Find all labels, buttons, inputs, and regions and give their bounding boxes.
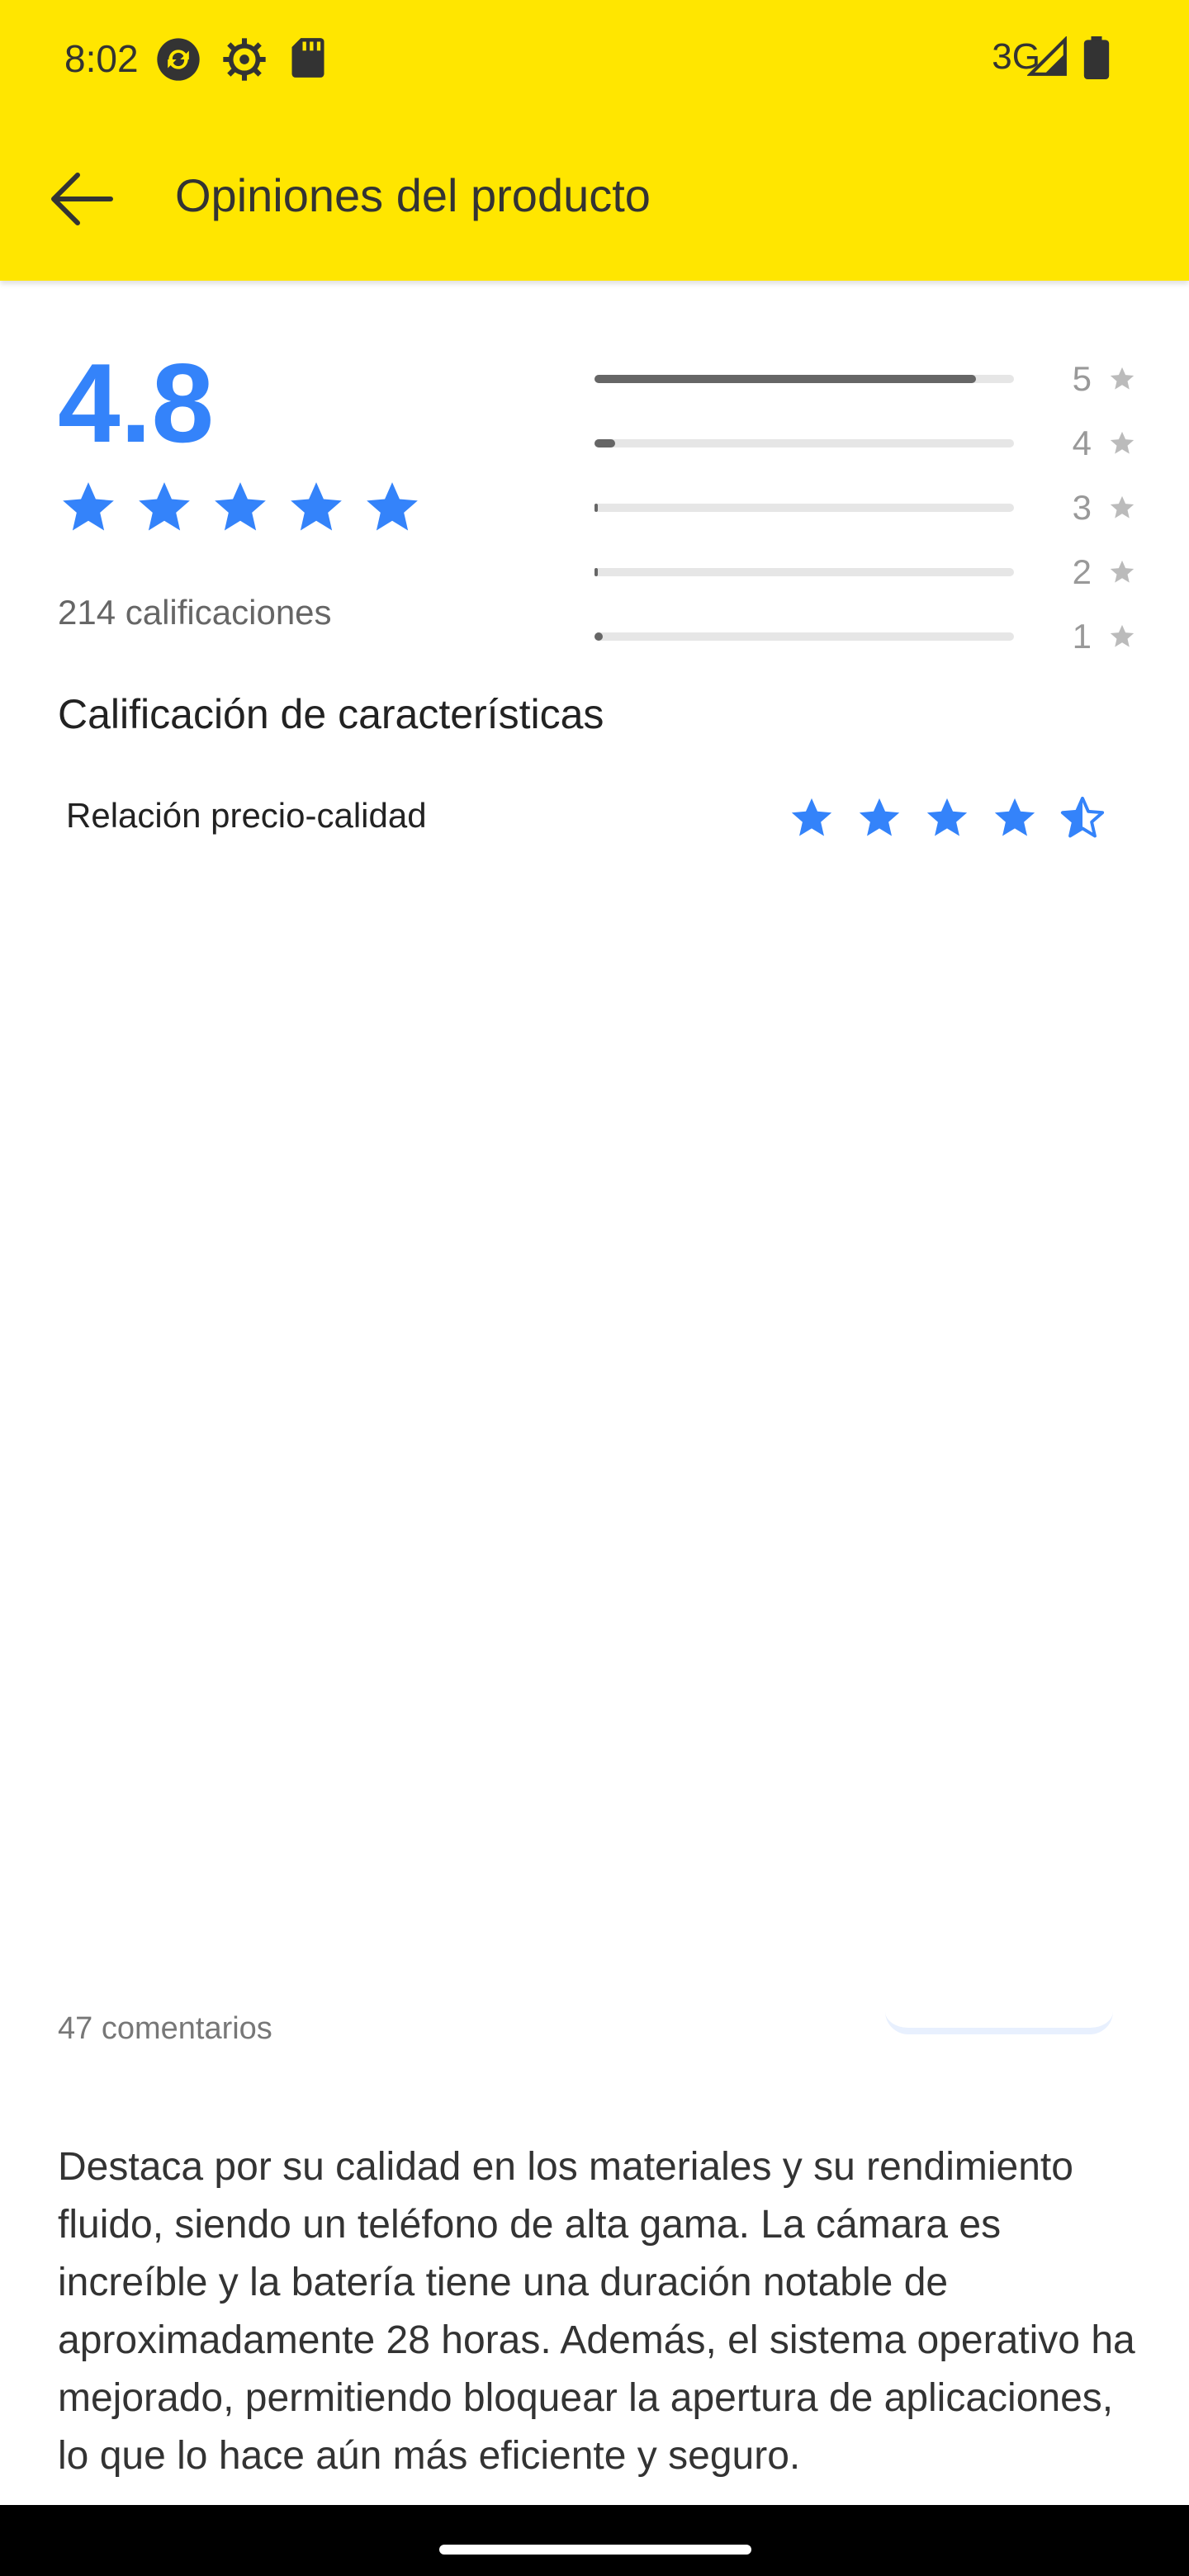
star-icon (1110, 560, 1135, 583)
distribution-row: 4 (594, 411, 1139, 476)
feature-label: Relación precio-calidad (66, 796, 427, 835)
distribution-label: 5 (1072, 359, 1092, 398)
distribution-track (594, 375, 1014, 383)
rating-distribution: 5 4 3 2 1 (594, 347, 1139, 669)
star-icon (994, 798, 1035, 836)
distribution-label: 3 (1072, 488, 1092, 527)
distribution-track (594, 568, 1014, 576)
sd-card-icon (289, 36, 327, 83)
distribution-row: 1 (594, 604, 1139, 669)
star-icon (291, 482, 342, 531)
distribution-track (594, 504, 1014, 512)
star-icon (1110, 495, 1135, 519)
star-icon (63, 482, 114, 531)
star-icon (215, 482, 266, 531)
distribution-track (594, 632, 1014, 641)
average-rating: 4.8 (58, 340, 215, 466)
home-handle[interactable] (439, 2545, 751, 2555)
page-title: Opiniones del producto (175, 169, 651, 221)
distribution-track (594, 439, 1014, 447)
arrow-back-icon[interactable] (48, 170, 114, 228)
distribution-fill (594, 504, 598, 512)
feature-row: Relación precio-calidad (66, 794, 1115, 844)
distribution-label: 2 (1072, 552, 1092, 591)
status-bar: 8:02 3G (0, 0, 1189, 124)
app-bar: 8:02 3G Opiniones del producto (0, 0, 1189, 281)
distribution-row: 2 (594, 540, 1139, 604)
navigation-bar (0, 2505, 1189, 2576)
comments-count: 47 comentarios (58, 2011, 272, 2046)
star-icon (1110, 431, 1135, 454)
battery-icon (1083, 36, 1110, 83)
status-time: 8:02 (64, 37, 139, 80)
distribution-fill (594, 375, 977, 383)
average-stars (58, 477, 423, 538)
star-icon (1110, 624, 1135, 647)
distribution-label: 1 (1072, 617, 1092, 656)
signal-icon (1026, 36, 1068, 82)
sync-icon (155, 36, 201, 87)
star-icon (367, 482, 418, 531)
star-icon (791, 798, 832, 836)
distribution-row: 5 (594, 347, 1139, 411)
star-icon (926, 798, 968, 836)
ratings-count: 214 calificaciones (58, 593, 332, 632)
distribution-fill (594, 439, 616, 447)
features-title: Calificación de características (58, 691, 604, 737)
settings-gear-icon (221, 36, 268, 87)
star-icon (859, 798, 900, 836)
star-icon (1110, 367, 1135, 390)
filter-pill[interactable] (885, 2011, 1113, 2034)
distribution-fill (594, 568, 598, 576)
star-icon (1060, 796, 1105, 838)
review-text: Destaca por su calidad en los materiales… (58, 2145, 1135, 2478)
star-icon (139, 482, 190, 531)
distribution-label: 4 (1072, 424, 1092, 462)
distribution-row: 3 (594, 476, 1139, 540)
feature-stars (788, 794, 1106, 842)
distribution-fill (594, 632, 604, 641)
